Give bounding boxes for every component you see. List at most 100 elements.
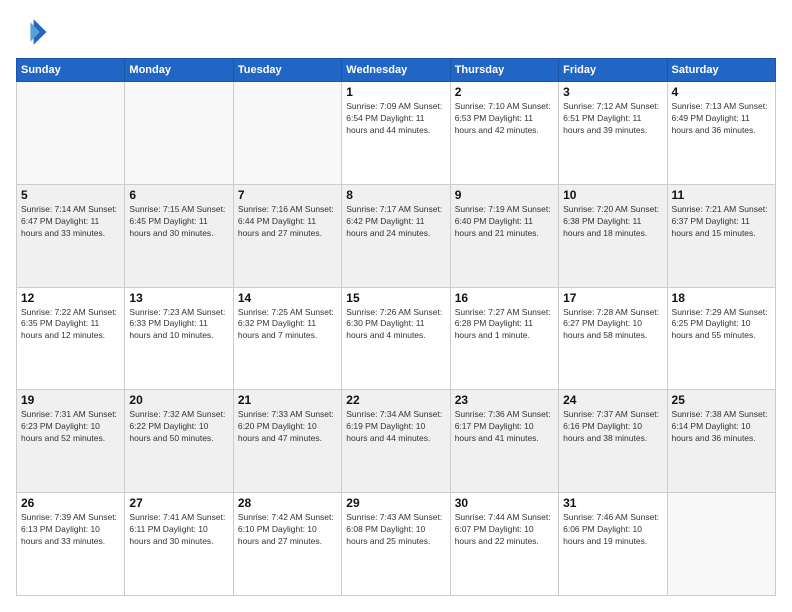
day-number: 5 (21, 188, 120, 202)
day-number: 22 (346, 393, 445, 407)
day-info: Sunrise: 7:27 AM Sunset: 6:28 PM Dayligh… (455, 307, 554, 343)
calendar-cell: 21Sunrise: 7:33 AM Sunset: 6:20 PM Dayli… (233, 390, 341, 493)
calendar-cell: 30 Sunrise: 7:44 AM Sunset: 6:07 PM Dayli… (450, 493, 558, 596)
weekday-header-row: SundayMondayTuesdayWednesdayThursdayFrid… (17, 59, 776, 82)
week-row-4: 19 Sunrise: 7:31 AM Sunset: 6:23 PM Dayli… (17, 390, 776, 493)
day-info: Sunrise: 7:33 AM Sunset: 6:20 PM Dayligh… (238, 409, 337, 445)
weekday-header-tuesday: Tuesday (233, 59, 341, 82)
day-info: Sunrise: 7:13 AM Sunset: 6:49 PM Dayligh… (672, 101, 771, 137)
day-number: 25 (672, 393, 771, 407)
header (16, 16, 776, 48)
day-info: Sunrise: 7:17 AM Sunset: 6:42 PM Dayligh… (346, 204, 445, 240)
day-info: Sunrise: 7:28 AM Sunset: 6:27 PM Dayligh… (563, 307, 662, 343)
weekday-header-friday: Friday (559, 59, 667, 82)
day-info: Sunrise: 7:21 AM Sunset: 6:37 PM Dayligh… (672, 204, 771, 240)
calendar-cell: 22 Sunrise: 7:34 AM Sunset: 6:19 PM Dayli… (342, 390, 450, 493)
day-info: Sunrise: 7:16 AM Sunset: 6:44 PM Dayligh… (238, 204, 337, 240)
day-number: 17 (563, 291, 662, 305)
day-number: 16 (455, 291, 554, 305)
day-info: Sunrise: 7:23 AM Sunset: 6:33 PM Dayligh… (129, 307, 228, 343)
day-info: Sunrise: 7:41 AM Sunset: 6:11 PM Dayligh… (129, 512, 228, 548)
calendar-cell (125, 82, 233, 185)
day-info: Sunrise: 7:39 AM Sunset: 6:13 PM Dayligh… (21, 512, 120, 548)
day-info: Sunrise: 7:26 AM Sunset: 6:30 PM Dayligh… (346, 307, 445, 343)
day-number: 18 (672, 291, 771, 305)
day-info: Sunrise: 7:14 AM Sunset: 6:47 PM Dayligh… (21, 204, 120, 240)
calendar-cell: 16 Sunrise: 7:27 AM Sunset: 6:28 PM Dayli… (450, 287, 558, 390)
day-number: 19 (21, 393, 120, 407)
day-number: 23 (455, 393, 554, 407)
day-info: Sunrise: 7:12 AM Sunset: 6:51 PM Dayligh… (563, 101, 662, 137)
calendar-cell: 1 Sunrise: 7:09 AM Sunset: 6:54 PM Daylig… (342, 82, 450, 185)
day-number: 3 (563, 85, 662, 99)
week-row-1: 1 Sunrise: 7:09 AM Sunset: 6:54 PM Daylig… (17, 82, 776, 185)
day-info: Sunrise: 7:44 AM Sunset: 6:07 PM Dayligh… (455, 512, 554, 548)
day-number: 10 (563, 188, 662, 202)
day-number: 6 (129, 188, 228, 202)
day-number: 26 (21, 496, 120, 510)
day-info: Sunrise: 7:32 AM Sunset: 6:22 PM Dayligh… (129, 409, 228, 445)
day-number: 14 (238, 291, 337, 305)
day-number: 13 (129, 291, 228, 305)
day-info: Sunrise: 7:10 AM Sunset: 6:53 PM Dayligh… (455, 101, 554, 137)
day-number: 30 (455, 496, 554, 510)
day-info: Sunrise: 7:19 AM Sunset: 6:40 PM Dayligh… (455, 204, 554, 240)
calendar-cell: 10 Sunrise: 7:20 AM Sunset: 6:38 PM Dayli… (559, 184, 667, 287)
calendar-cell: 2 Sunrise: 7:10 AM Sunset: 6:53 PM Daylig… (450, 82, 558, 185)
day-info: Sunrise: 7:43 AM Sunset: 6:08 PM Dayligh… (346, 512, 445, 548)
calendar-cell: 28 Sunrise: 7:42 AM Sunset: 6:10 PM Dayli… (233, 493, 341, 596)
calendar-cell: 13 Sunrise: 7:23 AM Sunset: 6:33 PM Dayli… (125, 287, 233, 390)
weekday-header-thursday: Thursday (450, 59, 558, 82)
calendar-cell: 7 Sunrise: 7:16 AM Sunset: 6:44 PM Daylig… (233, 184, 341, 287)
day-info: Sunrise: 7:36 AM Sunset: 6:17 PM Dayligh… (455, 409, 554, 445)
day-info: Sunrise: 7:25 AM Sunset: 6:32 PM Dayligh… (238, 307, 337, 343)
day-number: 7 (238, 188, 337, 202)
calendar-cell: 3 Sunrise: 7:12 AM Sunset: 6:51 PM Daylig… (559, 82, 667, 185)
calendar-cell: 23 Sunrise: 7:36 AM Sunset: 6:17 PM Dayli… (450, 390, 558, 493)
day-info: Sunrise: 7:22 AM Sunset: 6:35 PM Dayligh… (21, 307, 120, 343)
calendar-table: SundayMondayTuesdayWednesdayThursdayFrid… (16, 58, 776, 596)
weekday-header-monday: Monday (125, 59, 233, 82)
page: SundayMondayTuesdayWednesdayThursdayFrid… (0, 0, 792, 612)
day-number: 27 (129, 496, 228, 510)
day-number: 24 (563, 393, 662, 407)
week-row-2: 5 Sunrise: 7:14 AM Sunset: 6:47 PM Daylig… (17, 184, 776, 287)
weekday-header-saturday: Saturday (667, 59, 775, 82)
calendar-cell: 24Sunrise: 7:37 AM Sunset: 6:16 PM Dayli… (559, 390, 667, 493)
calendar-cell: 8 Sunrise: 7:17 AM Sunset: 6:42 PM Daylig… (342, 184, 450, 287)
calendar-cell: 19 Sunrise: 7:31 AM Sunset: 6:23 PM Dayli… (17, 390, 125, 493)
day-info: Sunrise: 7:46 AM Sunset: 6:06 PM Dayligh… (563, 512, 662, 548)
day-info: Sunrise: 7:38 AM Sunset: 6:14 PM Dayligh… (672, 409, 771, 445)
day-number: 1 (346, 85, 445, 99)
calendar-cell: 17 Sunrise: 7:28 AM Sunset: 6:27 PM Dayli… (559, 287, 667, 390)
day-number: 8 (346, 188, 445, 202)
calendar-cell: 5 Sunrise: 7:14 AM Sunset: 6:47 PM Daylig… (17, 184, 125, 287)
weekday-header-sunday: Sunday (17, 59, 125, 82)
day-number: 31 (563, 496, 662, 510)
calendar-cell: 11Sunrise: 7:21 AM Sunset: 6:37 PM Dayli… (667, 184, 775, 287)
calendar-cell (233, 82, 341, 185)
day-number: 4 (672, 85, 771, 99)
day-number: 2 (455, 85, 554, 99)
calendar-cell: 29Sunrise: 7:43 AM Sunset: 6:08 PM Dayli… (342, 493, 450, 596)
calendar-cell: 27 Sunrise: 7:41 AM Sunset: 6:11 PM Dayli… (125, 493, 233, 596)
day-number: 28 (238, 496, 337, 510)
day-info: Sunrise: 7:34 AM Sunset: 6:19 PM Dayligh… (346, 409, 445, 445)
calendar-cell (667, 493, 775, 596)
day-number: 12 (21, 291, 120, 305)
calendar-cell: 25 Sunrise: 7:38 AM Sunset: 6:14 PM Dayli… (667, 390, 775, 493)
weekday-header-wednesday: Wednesday (342, 59, 450, 82)
day-info: Sunrise: 7:20 AM Sunset: 6:38 PM Dayligh… (563, 204, 662, 240)
calendar-cell: 14 Sunrise: 7:25 AM Sunset: 6:32 PM Dayli… (233, 287, 341, 390)
day-number: 15 (346, 291, 445, 305)
day-info: Sunrise: 7:31 AM Sunset: 6:23 PM Dayligh… (21, 409, 120, 445)
calendar-cell: 20 Sunrise: 7:32 AM Sunset: 6:22 PM Dayli… (125, 390, 233, 493)
calendar-cell: 12 Sunrise: 7:22 AM Sunset: 6:35 PM Dayli… (17, 287, 125, 390)
day-number: 20 (129, 393, 228, 407)
logo-icon (16, 16, 48, 48)
logo (16, 16, 52, 48)
day-info: Sunrise: 7:15 AM Sunset: 6:45 PM Dayligh… (129, 204, 228, 240)
calendar-cell: 6 Sunrise: 7:15 AM Sunset: 6:45 PM Daylig… (125, 184, 233, 287)
day-info: Sunrise: 7:42 AM Sunset: 6:10 PM Dayligh… (238, 512, 337, 548)
day-info: Sunrise: 7:09 AM Sunset: 6:54 PM Dayligh… (346, 101, 445, 137)
